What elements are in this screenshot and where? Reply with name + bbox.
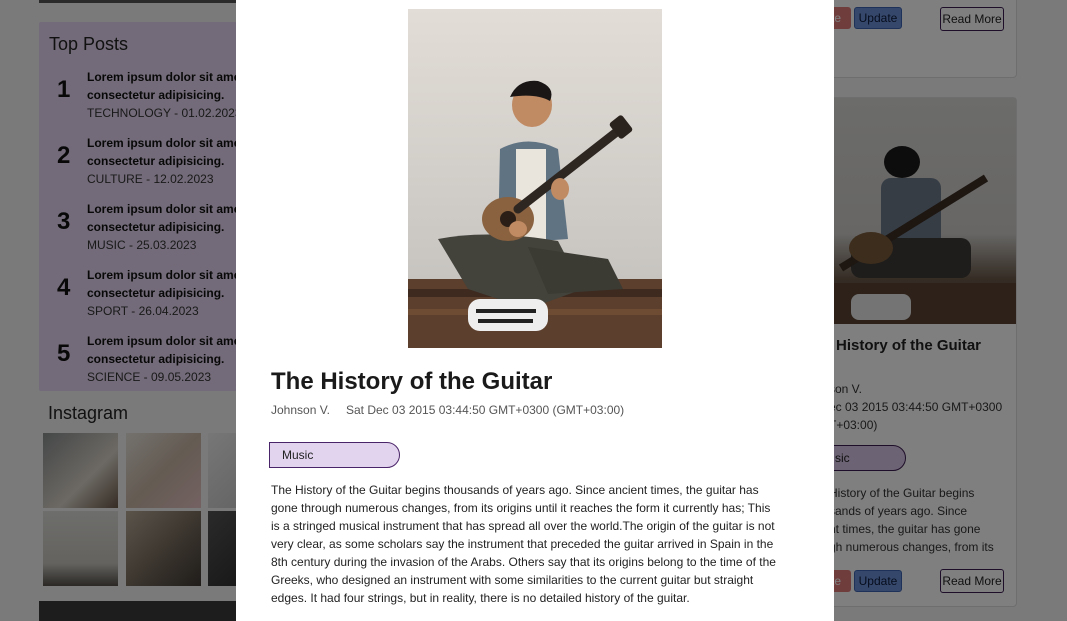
article-modal: The History of the Guitar Johnson V. Sat… — [236, 0, 834, 621]
article-body: The History of the Guitar begins thousan… — [271, 483, 776, 605]
article-author: Johnson V. — [271, 403, 330, 417]
article-date: Sat Dec 03 2015 03:44:50 GMT+0300 (GMT+0… — [346, 403, 625, 417]
article-image — [408, 9, 662, 348]
category-tag[interactable]: Music — [269, 442, 400, 468]
article-title: The History of the Guitar — [271, 368, 553, 395]
guitarist-photo — [408, 9, 662, 348]
